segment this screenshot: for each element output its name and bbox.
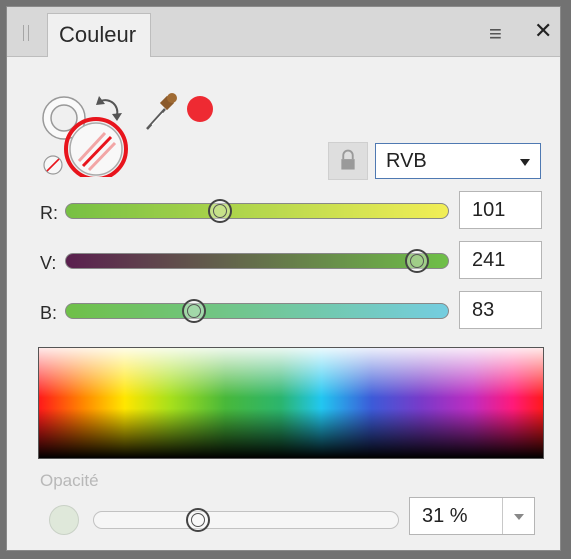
slider-track-v[interactable] xyxy=(65,253,449,269)
slider-label-b: B: xyxy=(40,303,58,323)
slider-thumb-v[interactable] xyxy=(405,249,430,273)
slider-track-b[interactable] xyxy=(65,303,449,319)
tab-couleur[interactable]: Couleur xyxy=(47,13,151,57)
tab-label: Couleur xyxy=(59,22,137,47)
fill-swatch[interactable] xyxy=(69,122,123,176)
lock-button[interactable] xyxy=(328,142,368,180)
slider-label-r: R: xyxy=(40,203,58,223)
eyedropper-icon[interactable] xyxy=(146,93,177,130)
close-icon[interactable]: ✕ xyxy=(534,20,552,42)
opacity-field-divider xyxy=(502,498,503,534)
color-spectrum[interactable] xyxy=(38,347,544,459)
hamburger-menu-icon[interactable]: ≡ xyxy=(489,23,502,45)
opacity-value: 31 % xyxy=(422,505,468,527)
lock-icon xyxy=(341,149,355,170)
opacity-slider-thumb[interactable] xyxy=(186,508,211,532)
color-model-value: RVB xyxy=(386,150,427,172)
slider-track-r[interactable] xyxy=(65,203,449,219)
eyedropper-area xyxy=(146,93,213,130)
value-v: 241 xyxy=(472,249,506,271)
opacity-label: Opacité xyxy=(40,471,99,490)
opacity-field[interactable]: 31 % xyxy=(409,497,535,535)
color-model-select[interactable]: RVB xyxy=(375,143,541,179)
tab-bar: Couleur ≡ ✕ xyxy=(7,7,560,57)
slider-thumb-r[interactable] xyxy=(207,199,232,223)
value-field-b[interactable]: 83 xyxy=(459,291,542,329)
panel-grip-handle[interactable] xyxy=(23,25,29,41)
opacity-swatch xyxy=(49,505,79,535)
value-b: 83 xyxy=(472,299,495,321)
fill-stroke-swatches xyxy=(42,96,128,177)
value-field-v[interactable]: 241 xyxy=(459,241,542,279)
value-field-r[interactable]: 101 xyxy=(459,191,542,229)
reset-swatch-icon[interactable] xyxy=(43,155,63,175)
slider-thumb-b[interactable] xyxy=(182,299,206,323)
chevron-down-icon xyxy=(520,159,530,166)
current-color-dot xyxy=(187,96,213,122)
chevron-down-icon[interactable] xyxy=(514,514,524,520)
opacity-slider-track[interactable] xyxy=(93,511,399,529)
slider-label-v: V: xyxy=(40,253,57,273)
value-r: 101 xyxy=(472,199,506,221)
color-panel: Couleur ≡ ✕ RVB R: 101 V: 241 B: 83 Opac… xyxy=(6,6,561,551)
